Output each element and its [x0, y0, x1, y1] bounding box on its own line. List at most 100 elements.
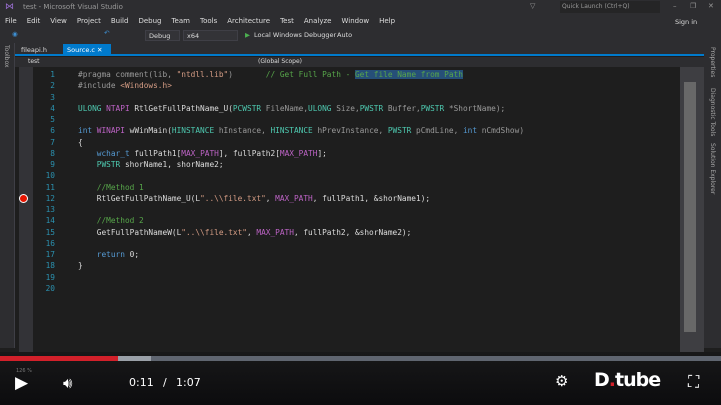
- code-line[interactable]: 15 GetFullPathNameW(L"..\\file.txt", MAX…: [15, 227, 680, 238]
- code-text: int WINAPI wWinMain(HINSTANCE hInstance,…: [78, 125, 524, 136]
- code-token: shorName1, shorName2;: [124, 160, 224, 170]
- back-icon[interactable]: ◉: [12, 30, 18, 38]
- line-number: 4: [50, 103, 55, 113]
- tab-source-c[interactable]: Source.c ✕: [63, 44, 111, 56]
- code-line[interactable]: 6 int WINAPI wWinMain(HINSTANCE hInstance…: [15, 125, 680, 136]
- code-line[interactable]: 14 //Method 2: [15, 215, 680, 226]
- code-line[interactable]: 18}: [15, 260, 680, 271]
- menu-view[interactable]: View: [45, 15, 72, 28]
- progress-bar[interactable]: [0, 356, 721, 361]
- code-token: FileName,: [265, 103, 309, 113]
- diagnostic-tools-tab[interactable]: Diagnostic Tools: [709, 88, 716, 136]
- menu-file[interactable]: File: [0, 15, 22, 28]
- code-line[interactable]: 1 #pragma comment(lib, "ntdll.lib") // Ge…: [15, 69, 680, 80]
- scope-dropdown[interactable]: (Global Scope): [258, 58, 488, 65]
- code-line[interactable]: 16: [15, 238, 680, 249]
- debugger-mode-select[interactable]: Auto: [334, 30, 399, 41]
- start-debugger-button[interactable]: Local Windows Debugger: [254, 31, 336, 39]
- toolbar: ◉ ↶ Debug x64 ▶ Local Windows Debugger A…: [0, 28, 721, 43]
- code-editor[interactable]: 1 #pragma comment(lib, "ntdll.lib") // Ge…: [15, 67, 680, 352]
- settings-gear-icon[interactable]: ⚙: [555, 372, 568, 390]
- window-title: test - Microsoft Visual Studio: [23, 3, 123, 11]
- menu-architecture[interactable]: Architecture: [222, 15, 275, 28]
- menu-analyze[interactable]: Analyze: [299, 15, 337, 28]
- code-line[interactable]: 10: [15, 170, 680, 181]
- line-number: 19: [45, 272, 55, 282]
- code-token: ): [228, 70, 266, 79]
- line-number: 17: [45, 250, 55, 260]
- quick-launch-input[interactable]: Quick Launch (Ctrl+Q): [560, 1, 660, 13]
- menu-window[interactable]: Window: [336, 15, 374, 28]
- code-token: Buffer,: [387, 103, 421, 113]
- navigation-bar: test (Global Scope): [15, 57, 704, 67]
- tab-fileapi-h[interactable]: fileapi.h: [17, 44, 51, 56]
- code-line[interactable]: 8 wchar_t fullPath1[MAX_PATH], fullPath2…: [15, 148, 680, 159]
- code-line[interactable]: 3: [15, 92, 680, 103]
- fullscreen-button[interactable]: ⛶: [688, 372, 699, 392]
- code-token: MAX_PATH: [279, 148, 318, 158]
- left-tool-strip: Toolbox: [0, 43, 15, 348]
- menu-project[interactable]: Project: [72, 15, 106, 28]
- code-line[interactable]: 5: [15, 114, 680, 125]
- properties-tab[interactable]: Properties: [709, 47, 716, 77]
- code-line[interactable]: 7{: [15, 137, 680, 148]
- code-text: #pragma comment(lib, "ntdll.lib") // Get…: [78, 69, 463, 80]
- toolbox-tab[interactable]: Toolbox: [3, 45, 10, 68]
- menu-debug[interactable]: Debug: [133, 15, 166, 28]
- undo-icon[interactable]: ↶: [104, 29, 109, 37]
- menu-build[interactable]: Build: [106, 15, 134, 28]
- play-button[interactable]: ▶: [15, 373, 28, 393]
- code-line[interactable]: 2 #include <Windows.h>: [15, 80, 680, 91]
- code-line[interactable]: 17 return 0;: [15, 249, 680, 260]
- code-token: *ShortName);: [448, 103, 506, 113]
- code-line[interactable]: 20: [15, 283, 680, 294]
- code-token: RtlGetFullPathName_U(: [134, 103, 233, 113]
- code-line[interactable]: 9 PWSTR shorName1, shorName2;: [15, 159, 680, 170]
- close-button[interactable]: ✕: [708, 2, 714, 10]
- menu-edit[interactable]: Edit: [22, 15, 46, 28]
- line-number: 14: [45, 216, 55, 226]
- start-icon[interactable]: ▶: [245, 31, 250, 39]
- tab-label: Source.c: [67, 46, 95, 54]
- time-separator: /: [163, 376, 167, 389]
- platform-select[interactable]: x64: [183, 30, 238, 41]
- vertical-scrollbar[interactable]: [680, 67, 704, 352]
- volume-button[interactable]: 🔊︎: [63, 374, 72, 392]
- code-line[interactable]: 12 RtlGetFullPathName_U(L"..\\file.txt",…: [15, 193, 680, 204]
- close-tab-icon[interactable]: ✕: [97, 46, 102, 54]
- code-token: , fullPath2, &shorName2);: [293, 227, 412, 237]
- code-token: PWSTR: [96, 160, 125, 170]
- menu-bar: File Edit View Project Build Debug Team Tools Ar…: [0, 15, 721, 28]
- code-token: ,: [265, 193, 276, 203]
- breakpoint-icon[interactable]: [19, 194, 28, 204]
- code-token: nCmdShow): [481, 126, 525, 136]
- config-select[interactable]: Debug: [145, 30, 180, 41]
- minimize-button[interactable]: –: [673, 2, 677, 10]
- code-line[interactable]: 19: [15, 272, 680, 283]
- filter-icon[interactable]: ▽: [530, 2, 535, 10]
- menu-team[interactable]: Team: [166, 15, 195, 28]
- code-line[interactable]: 13: [15, 204, 680, 215]
- sign-in-link[interactable]: Sign in: [675, 18, 697, 26]
- scroll-thumb[interactable]: [684, 82, 696, 332]
- maximize-button[interactable]: ❐: [690, 2, 696, 10]
- solution-explorer-tab[interactable]: Solution Explorer: [709, 143, 716, 194]
- code-line[interactable]: 11 //Method 1: [15, 182, 680, 193]
- line-number: 3: [50, 92, 55, 102]
- menu-tools[interactable]: Tools: [195, 15, 222, 28]
- code-text: #include <Windows.h>: [78, 80, 172, 91]
- code-line[interactable]: 4 ULONG NTAPI RtlGetFullPathName_U(PCWSTR…: [15, 103, 680, 114]
- code-token: HINSTANCE: [270, 126, 318, 136]
- menu-test[interactable]: Test: [275, 15, 299, 28]
- menu-help[interactable]: Help: [374, 15, 400, 28]
- code-token: WINAPI: [96, 126, 130, 136]
- line-number: 16: [45, 238, 55, 248]
- project-dropdown[interactable]: test: [28, 58, 258, 65]
- dtube-logo[interactable]: D.tube: [594, 369, 661, 391]
- duration: 1:07: [176, 376, 201, 389]
- line-number: 13: [45, 205, 55, 215]
